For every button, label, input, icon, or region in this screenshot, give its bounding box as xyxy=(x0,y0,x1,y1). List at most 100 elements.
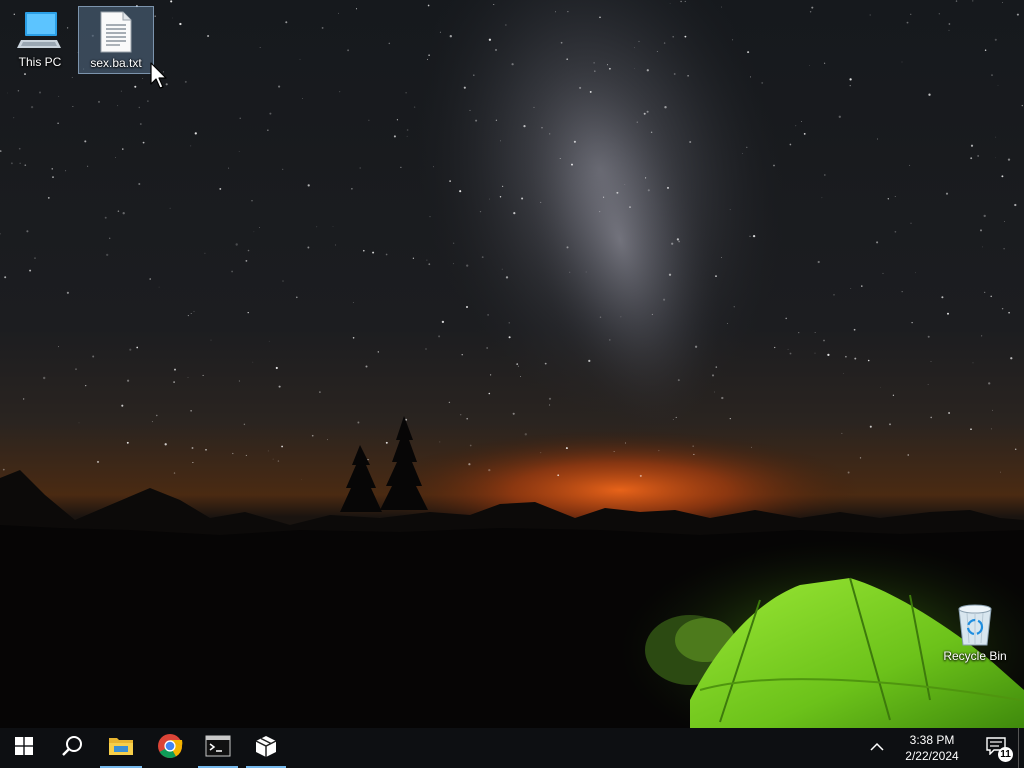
star xyxy=(134,85,137,88)
star xyxy=(606,64,609,66)
mouse-pointer-icon xyxy=(150,62,170,95)
star xyxy=(672,419,674,420)
search-button[interactable] xyxy=(48,728,96,768)
star xyxy=(104,216,107,219)
star xyxy=(803,133,806,135)
star xyxy=(87,165,89,167)
star xyxy=(58,95,60,97)
taskbar-file-explorer[interactable] xyxy=(96,728,146,768)
star xyxy=(663,298,666,301)
star xyxy=(78,422,80,424)
star xyxy=(58,346,60,348)
package-icon xyxy=(253,733,279,764)
star xyxy=(281,445,283,448)
star xyxy=(970,428,972,431)
notification-center-button[interactable]: 11 xyxy=(974,728,1018,768)
star xyxy=(7,92,8,94)
star xyxy=(854,357,857,360)
star xyxy=(972,362,974,364)
star xyxy=(4,276,7,279)
star xyxy=(158,286,160,288)
star xyxy=(533,106,535,108)
star xyxy=(505,276,509,279)
star xyxy=(428,54,430,57)
star xyxy=(809,65,810,67)
star xyxy=(579,86,582,89)
star xyxy=(565,447,568,450)
star xyxy=(517,365,519,367)
taskbar-package-app[interactable] xyxy=(242,728,290,768)
star xyxy=(267,129,269,131)
star xyxy=(714,391,715,393)
star xyxy=(441,320,445,324)
star xyxy=(982,246,983,248)
star xyxy=(426,58,429,60)
star xyxy=(729,417,731,420)
star xyxy=(117,210,120,212)
star xyxy=(355,8,358,10)
star xyxy=(149,278,151,280)
star xyxy=(817,260,820,264)
star xyxy=(282,280,284,282)
star xyxy=(326,439,328,441)
clock[interactable]: 3:38 PM 2/22/2024 xyxy=(890,728,974,768)
star xyxy=(645,177,647,179)
star xyxy=(307,184,310,187)
star xyxy=(164,443,167,446)
star xyxy=(187,377,189,379)
star xyxy=(643,112,646,115)
desktop-icon-recycle-bin[interactable]: Recycle Bin xyxy=(936,600,1014,668)
star xyxy=(426,259,428,261)
star xyxy=(512,412,515,415)
star xyxy=(259,47,261,48)
star xyxy=(749,76,751,78)
star xyxy=(194,132,197,135)
star xyxy=(475,119,478,122)
star xyxy=(179,22,182,26)
star xyxy=(190,410,192,412)
taskbar-terminal[interactable] xyxy=(194,728,242,768)
star xyxy=(481,256,484,259)
star xyxy=(449,180,451,182)
star xyxy=(663,42,666,44)
star xyxy=(238,150,240,152)
star xyxy=(19,162,21,164)
star xyxy=(23,398,25,400)
star xyxy=(142,141,145,144)
star xyxy=(573,140,576,143)
star xyxy=(493,4,495,5)
star xyxy=(26,230,29,233)
star xyxy=(997,84,999,86)
terminal-icon xyxy=(205,735,231,762)
star xyxy=(676,238,680,241)
star xyxy=(613,451,615,452)
star xyxy=(129,348,132,351)
star xyxy=(190,312,192,315)
show-hidden-icons-button[interactable] xyxy=(864,728,890,768)
star xyxy=(275,366,278,370)
star xyxy=(1003,248,1005,250)
start-button[interactable] xyxy=(0,728,48,768)
star xyxy=(126,441,129,444)
star xyxy=(296,296,298,299)
star xyxy=(906,21,909,24)
star xyxy=(115,157,116,158)
star xyxy=(823,62,826,64)
star xyxy=(120,90,122,92)
show-desktop-button[interactable] xyxy=(1018,728,1024,768)
desktop-icon-label: Recycle Bin xyxy=(943,649,1007,663)
star xyxy=(412,257,415,259)
star xyxy=(678,240,680,243)
desktop-icon-this-pc[interactable]: This PC xyxy=(2,6,78,74)
star xyxy=(210,339,212,341)
star xyxy=(910,222,912,224)
star xyxy=(787,348,789,350)
desktop-icon-text-file[interactable]: sex.ba.txt xyxy=(78,6,154,74)
star xyxy=(43,376,46,380)
star xyxy=(677,379,680,382)
star xyxy=(459,190,462,193)
star xyxy=(684,0,686,2)
star xyxy=(513,212,516,215)
star xyxy=(801,121,802,123)
taskbar-chrome[interactable] xyxy=(146,728,194,768)
